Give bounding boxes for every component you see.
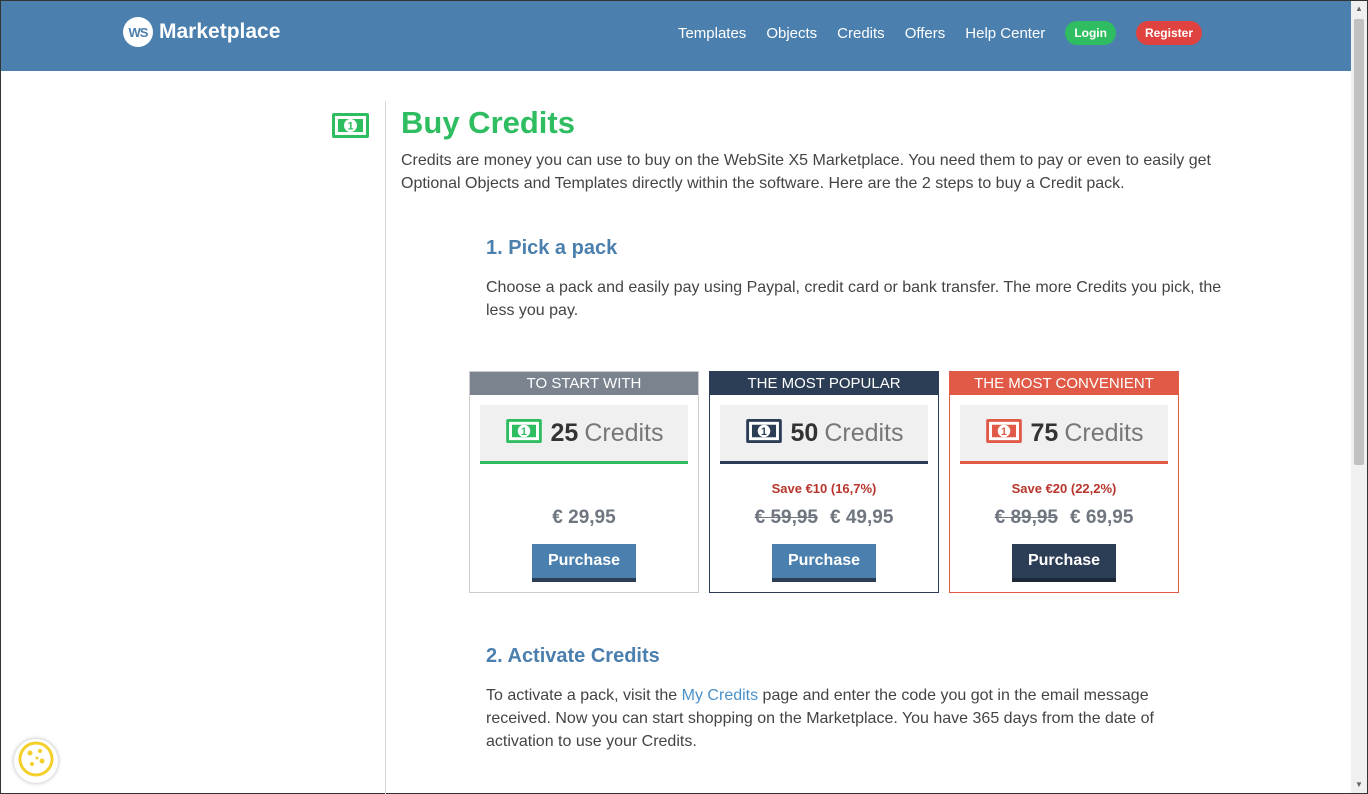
register-button[interactable]: Register	[1135, 21, 1202, 45]
intro-text: Credits are money you can use to buy on …	[401, 152, 1211, 192]
site-header: WS Marketplace Templates Objects Credits…	[1, 1, 1352, 71]
login-button[interactable]: Login	[1065, 21, 1116, 45]
nav-help-center[interactable]: Help Center	[965, 25, 1045, 42]
pack-card-75: THE MOST CONVENIENT 1 75 Credits Save €2…	[949, 371, 1179, 593]
credits-unit: Credits	[824, 418, 904, 447]
credits-unit: Credits	[584, 418, 664, 447]
purchase-button[interactable]: Purchase	[772, 544, 876, 582]
svg-text:1: 1	[1001, 425, 1007, 437]
scroll-down-arrow-icon[interactable]: ▼	[1351, 777, 1367, 793]
svg-text:1: 1	[761, 425, 767, 437]
svg-text:1: 1	[347, 121, 353, 133]
nav-offers[interactable]: Offers	[905, 25, 946, 42]
pack-label: TO START WITH	[470, 372, 698, 395]
money-bill-icon: 1	[505, 418, 543, 449]
credits-box: 1 50 Credits	[720, 405, 928, 464]
logo-text: Marketplace	[159, 20, 281, 43]
cookie-settings-button[interactable]	[14, 739, 58, 783]
price-line: € 29,95	[470, 507, 698, 529]
page-title: Buy Credits	[401, 105, 575, 140]
money-bill-icon: 1	[985, 418, 1023, 449]
purchase-button[interactable]: Purchase	[532, 544, 636, 582]
logo-badge: WS	[123, 17, 153, 47]
price: € 29,95	[552, 507, 616, 528]
scroll-thumb[interactable]	[1354, 19, 1364, 465]
step2-text-before: To activate a pack, visit the	[486, 687, 682, 704]
step2-text: To activate a pack, visit the My Credits…	[486, 684, 1206, 753]
my-credits-link[interactable]: My Credits	[682, 687, 758, 704]
save-text: Save €10 (16,7%)	[771, 481, 877, 496]
step1-text: Choose a pack and easily pay using Paypa…	[486, 279, 1222, 319]
price-line: € 59,95 € 49,95	[710, 507, 938, 529]
credits-box: 1 25 Credits	[480, 405, 688, 464]
content-divider	[385, 101, 386, 794]
nav-credits[interactable]: Credits	[837, 25, 885, 42]
scrollbar[interactable]: ▲ ▼	[1351, 1, 1367, 793]
price-line: € 89,95 € 69,95	[950, 507, 1178, 529]
credits-amount: 75	[1030, 418, 1059, 447]
old-price: € 59,95	[754, 507, 818, 528]
main-nav: Templates Objects Credits Offers Help Ce…	[658, 21, 1202, 45]
svg-text:1: 1	[521, 425, 527, 437]
credits-box: 1 75 Credits	[960, 405, 1168, 464]
nav-objects[interactable]: Objects	[766, 25, 817, 42]
step1-title: 1. Pick a pack	[486, 237, 618, 259]
logo[interactable]: WS Marketplace	[123, 17, 280, 47]
pack-label: THE MOST POPULAR	[710, 372, 938, 395]
save-text: Save €20 (22,2%)	[1011, 481, 1117, 496]
step2-title: 2. Activate Credits	[486, 645, 660, 667]
pack-card-50: THE MOST POPULAR 1 50 Credits Save €10 (…	[709, 371, 939, 593]
money-bill-icon: 1	[331, 112, 370, 144]
old-price: € 89,95	[994, 507, 1058, 528]
purchase-button[interactable]: Purchase	[1012, 544, 1116, 582]
money-bill-icon: 1	[745, 418, 783, 449]
cookie-icon	[18, 741, 54, 782]
scroll-up-arrow-icon[interactable]: ▲	[1351, 1, 1367, 17]
credits-unit: Credits	[1064, 418, 1144, 447]
credits-amount: 25	[550, 418, 579, 447]
pack-card-25: TO START WITH 1 25 Credits € 29,95 Purch…	[469, 371, 699, 593]
nav-templates[interactable]: Templates	[678, 25, 746, 42]
pack-label: THE MOST CONVENIENT	[950, 372, 1178, 395]
price: € 69,95	[1070, 507, 1134, 528]
credits-amount: 50	[790, 418, 819, 447]
price: € 49,95	[830, 507, 894, 528]
